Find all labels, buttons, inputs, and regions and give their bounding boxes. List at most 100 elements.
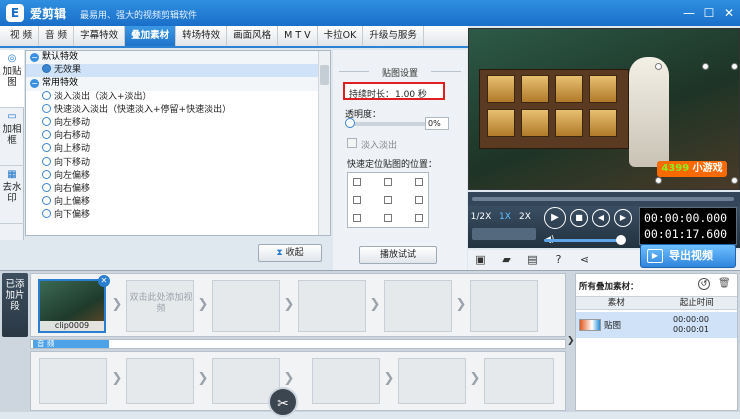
position-top-right[interactable] bbox=[415, 178, 423, 186]
radio-icon bbox=[42, 64, 51, 74]
tab-karaoke[interactable]: 卡拉OK bbox=[318, 26, 364, 46]
list-item[interactable]: 向左偏移 bbox=[26, 169, 330, 183]
clip-thumbnail[interactable]: ✕ clip0009 bbox=[38, 275, 110, 333]
remove-clip-icon[interactable]: ✕ bbox=[98, 275, 110, 287]
opacity-value-field[interactable]: 0% bbox=[425, 117, 449, 130]
close-icon[interactable]: ✕ bbox=[720, 4, 738, 22]
collapse-button[interactable]: ⧗ 收起 bbox=[258, 244, 322, 262]
empty-slot[interactable] bbox=[398, 358, 466, 404]
radio-icon bbox=[42, 182, 51, 192]
sticker-logo[interactable]: 4399 小游戏 bbox=[657, 161, 727, 177]
position-bottom-center[interactable] bbox=[384, 214, 392, 222]
duration-value[interactable]: 1.00 秒 bbox=[395, 87, 427, 100]
position-middle-left[interactable] bbox=[353, 196, 361, 204]
group-common-effects[interactable]: − 常用特效 bbox=[26, 77, 330, 91]
list-item[interactable]: 向上移动 bbox=[26, 143, 330, 156]
side-tab-add-sticker[interactable]: ◎ 加贴图 bbox=[0, 50, 24, 108]
empty-slot[interactable] bbox=[384, 280, 452, 332]
group-default-effects[interactable]: − 默认特效 bbox=[26, 51, 330, 65]
opacity-slider[interactable] bbox=[347, 122, 427, 126]
save-icon[interactable]: ▤ bbox=[526, 254, 539, 266]
list-item[interactable]: 快速淡入淡出（快速淡入+停留+快速淡出） bbox=[26, 103, 330, 117]
list-item[interactable]: 向上偏移 bbox=[26, 196, 330, 209]
radio-icon bbox=[42, 143, 51, 153]
next-frame-icon[interactable]: ▶ bbox=[614, 209, 632, 227]
sticker-handle[interactable] bbox=[702, 63, 709, 70]
tab-upgrade-service[interactable]: 升级与服务 bbox=[363, 26, 424, 46]
volume-knob[interactable] bbox=[616, 235, 626, 245]
sticker-handle[interactable] bbox=[655, 177, 662, 184]
empty-slot[interactable] bbox=[39, 358, 107, 404]
side-tab-remove-watermark[interactable]: ▦ 去水印 bbox=[0, 166, 24, 224]
sticker-handle[interactable] bbox=[731, 177, 738, 184]
total-time: 00:01:17.600 bbox=[644, 227, 728, 241]
position-top-left[interactable] bbox=[353, 178, 361, 186]
overlay-start: 00:00:00 bbox=[673, 315, 709, 324]
side-tab-add-frame[interactable]: ▭ 加相框 bbox=[0, 108, 24, 166]
play-icon[interactable]: ▶ bbox=[544, 207, 566, 229]
frame-step-control[interactable] bbox=[472, 228, 536, 240]
playback-progress[interactable] bbox=[468, 192, 740, 206]
empty-slot[interactable] bbox=[312, 358, 380, 404]
tab-overlay-material[interactable]: 叠加素材 bbox=[125, 26, 177, 46]
scissors-icon[interactable]: ✂ bbox=[268, 387, 298, 417]
duration-field[interactable]: 持续时长： 1.00 秒 bbox=[343, 82, 445, 100]
tab-mtv[interactable]: M T V bbox=[278, 26, 318, 46]
audio-track[interactable]: 音 频 bbox=[30, 339, 566, 349]
audio-label: 音 频 bbox=[33, 340, 109, 348]
tab-subtitle-effects[interactable]: 字幕特效 bbox=[74, 26, 126, 46]
position-center[interactable] bbox=[384, 196, 392, 204]
preview-play-button[interactable]: 播放试试 bbox=[359, 246, 437, 264]
minimize-icon[interactable]: — bbox=[680, 4, 698, 22]
empty-slot[interactable] bbox=[298, 280, 366, 332]
sticker-handle[interactable] bbox=[731, 63, 738, 70]
speed-2x[interactable]: 2X bbox=[514, 210, 536, 224]
position-middle-right[interactable] bbox=[415, 196, 423, 204]
position-bottom-right[interactable] bbox=[415, 214, 423, 222]
list-item[interactable]: 向右移动 bbox=[26, 130, 330, 143]
help-icon[interactable]: ? bbox=[552, 254, 565, 266]
effects-list[interactable]: − 默认特效 无效果 − 常用特效 淡入淡出（淡入+淡出） 快速淡入淡出（快速淡入+… bbox=[25, 50, 331, 236]
empty-slot[interactable] bbox=[484, 358, 554, 404]
sticker-handle[interactable] bbox=[655, 63, 662, 70]
list-item[interactable]: 淡入淡出（淡入+淡出） bbox=[26, 90, 330, 104]
position-bottom-left[interactable] bbox=[353, 214, 361, 222]
time-display: 00:00:00.000 00:01:17.600 bbox=[639, 207, 737, 245]
tab-video[interactable]: 视 频 bbox=[4, 26, 40, 46]
stop-icon[interactable]: ■ bbox=[570, 209, 588, 227]
tab-picture-style[interactable]: 画面风格 bbox=[227, 26, 279, 46]
volume-slider[interactable] bbox=[544, 239, 624, 242]
tab-audio[interactable]: 音 频 bbox=[39, 26, 75, 46]
list-item[interactable]: 向下移动 bbox=[26, 156, 330, 170]
folder-icon[interactable]: ▰ bbox=[500, 254, 513, 266]
expand-arrow-icon[interactable]: ❯ bbox=[567, 331, 575, 351]
fade-checkbox[interactable] bbox=[347, 138, 357, 148]
overlay-name: 贴图 bbox=[604, 321, 622, 331]
item-label: 向右偏移 bbox=[54, 183, 91, 194]
prev-frame-icon[interactable]: ◀ bbox=[592, 209, 610, 227]
empty-slot[interactable] bbox=[212, 280, 280, 332]
tab-transition-effects[interactable]: 转场特效 bbox=[176, 26, 228, 46]
add-video-slot[interactable]: 双击此处添加视频 bbox=[126, 280, 194, 332]
empty-slot[interactable] bbox=[470, 280, 538, 332]
undo-icon[interactable]: ↺ bbox=[698, 278, 710, 290]
list-item[interactable]: 向右偏移 bbox=[26, 182, 330, 196]
progress-track[interactable] bbox=[472, 197, 734, 201]
empty-slot[interactable] bbox=[126, 358, 194, 404]
snapshot-icon[interactable]: ▣ bbox=[474, 254, 487, 266]
list-item[interactable]: 向下偏移 bbox=[26, 209, 330, 222]
list-item[interactable]: 向左移动 bbox=[26, 116, 330, 130]
scroll-thumb[interactable] bbox=[320, 65, 329, 85]
opacity-slider-knob[interactable] bbox=[345, 118, 355, 128]
video-preview[interactable]: 4399 小游戏 bbox=[468, 28, 740, 190]
table-row[interactable]: 贴图 00:00:00 00:00:01 bbox=[576, 312, 737, 338]
speed-1x[interactable]: 1X bbox=[494, 210, 516, 224]
export-video-button[interactable]: ▶ 导出视频 bbox=[640, 244, 736, 268]
position-top-center[interactable] bbox=[384, 178, 392, 186]
list-item-no-effect[interactable]: 无效果 bbox=[26, 64, 330, 78]
share-icon[interactable]: ⋖ bbox=[578, 254, 591, 266]
speed-half[interactable]: 1/2X bbox=[470, 210, 492, 224]
maximize-icon[interactable]: ☐ bbox=[700, 4, 718, 22]
trash-icon[interactable]: 🗑 bbox=[718, 278, 731, 290]
effects-scrollbar[interactable] bbox=[318, 51, 330, 235]
